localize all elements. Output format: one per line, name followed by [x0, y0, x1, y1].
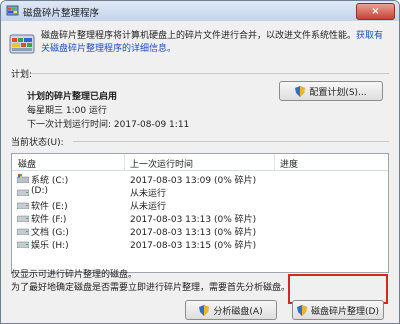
disk-row[interactable]: (D:) 从未运行 — [12, 185, 388, 199]
shield-icon — [199, 304, 210, 316]
footer-note-1: 仅显示可进行碎片整理的磁盘。 — [11, 270, 138, 280]
shield-icon — [297, 304, 308, 316]
schedule-section-label: 计划: — [11, 70, 33, 80]
schedule-time: 每星期三 1:00 运行 — [27, 106, 107, 116]
column-separator — [124, 154, 125, 170]
disk-row[interactable]: 系统 (C:) 2017-08-03 13:09 (0% 碎片) — [12, 172, 388, 186]
disk-row[interactable]: 娱乐 (H:) 2017-08-03 13:15 (0% 碎片) — [12, 237, 388, 251]
defragment-disk-label: 磁盘碎片整理(D) — [311, 306, 379, 317]
defrag-window: 磁盘碎片整理程序 × 磁盘碎片整理程序将计算机硬盘上的碎片文件进行合并，以改进文… — [0, 0, 400, 324]
analyze-disk-button[interactable]: 分析磁盘(A) — [185, 300, 277, 320]
drive-icon — [17, 241, 29, 248]
drive-icon — [17, 202, 29, 209]
drive-icon — [17, 189, 29, 196]
column-header-last-run[interactable]: 上一次运行时间 — [130, 157, 193, 170]
shield-icon — [295, 85, 306, 97]
disk-name: (D:) — [31, 186, 48, 196]
column-header-progress[interactable]: 进度 — [280, 157, 298, 170]
disk-list-header: 磁盘 上一次运行时间 进度 — [12, 154, 388, 171]
schedule-status: 计划的碎片整理已启用 — [27, 92, 118, 102]
status-divider — [73, 141, 389, 142]
current-status-label: 当前状态(U): — [11, 138, 64, 148]
disk-list[interactable]: 磁盘 上一次运行时间 进度 系统 (C:) 2017-08-03 13:09 (… — [11, 153, 389, 273]
defrag-header-icon — [9, 34, 35, 54]
windows-drive-icon — [17, 174, 29, 183]
analyze-disk-label: 分析磁盘(A) — [213, 306, 263, 317]
column-header-disk[interactable]: 磁盘 — [18, 157, 36, 170]
close-button[interactable]: × — [356, 3, 395, 20]
next-run-time: 下一次计划运行时间: 2017-08-09 1:11 — [27, 120, 190, 130]
drive-icon — [17, 228, 29, 235]
defrag-app-icon — [6, 5, 19, 16]
column-separator — [274, 154, 275, 170]
schedule-divider — [31, 73, 389, 74]
defragment-disk-button[interactable]: 磁盘碎片整理(D) — [292, 300, 384, 320]
footer-note-2: 为了最好地确定磁盘是否需要立即进行碎片整理，需要首先分析磁盘。 — [11, 283, 291, 293]
configure-schedule-button[interactable]: 配置计划(S)... — [279, 81, 383, 101]
disk-row[interactable]: 软件 (E:) 从未运行 — [12, 198, 388, 212]
title-bar[interactable]: 磁盘碎片整理程序 × — [1, 1, 399, 21]
window-title: 磁盘碎片整理程序 — [23, 8, 100, 19]
description: 磁盘碎片整理程序将计算机硬盘上的碎片文件进行合并，以改进文件系统性能。 — [41, 31, 357, 41]
drive-icon — [17, 215, 29, 222]
disk-row[interactable]: 软件 (F:) 2017-08-03 13:13 (0% 碎片) — [12, 211, 388, 225]
disk-last-run: 2017-08-03 13:15 (0% 碎片) — [130, 241, 257, 251]
disk-row[interactable]: 文档 (G:) 2017-08-03 13:13 (0% 碎片) — [12, 224, 388, 238]
disk-name: 娱乐 (H:) — [31, 241, 69, 251]
configure-schedule-label: 配置计划(S)... — [309, 87, 367, 98]
description-text: 磁盘碎片整理程序将计算机硬盘上的碎片文件进行合并，以改进文件系统性能。获取有关磁… — [41, 30, 391, 56]
